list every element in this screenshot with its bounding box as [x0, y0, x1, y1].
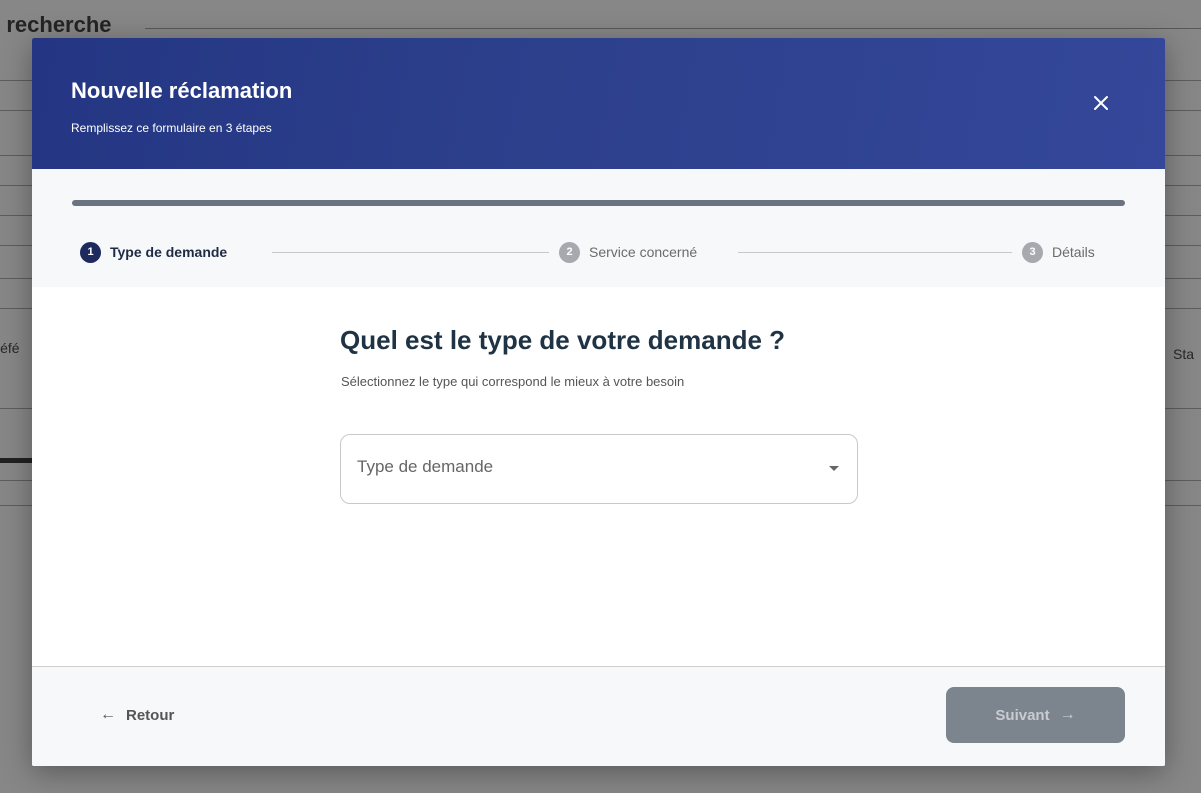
back-button[interactable]: ← Retour [100, 706, 174, 724]
stepper: 1 Type de demande 2 Service concerné 3 D… [32, 169, 1165, 287]
question-hint: Sélectionnez le type qui correspond le m… [341, 374, 685, 389]
back-button-label: Retour [126, 706, 175, 724]
step-type-de-demande: 1 Type de demande [80, 241, 227, 263]
step-connector [272, 252, 549, 253]
step-number-badge: 3 [1022, 241, 1043, 263]
progress-bar [72, 200, 1125, 206]
step-number-badge: 2 [559, 241, 580, 263]
arrow-right-icon: → [1059, 706, 1076, 723]
caret-down-icon [829, 466, 839, 471]
close-button[interactable] [1089, 91, 1113, 115]
step-label: Type de demande [110, 244, 228, 260]
dialog-title: Nouvelle réclamation [71, 78, 293, 103]
step-service-concerne: 2 Service concerné [559, 241, 697, 263]
new-claim-dialog: Nouvelle réclamation Remplissez ce formu… [32, 38, 1165, 766]
step-number-badge: 1 [80, 241, 101, 263]
request-type-select[interactable]: Type de demande [340, 434, 858, 504]
dialog-header: Nouvelle réclamation Remplissez ce formu… [32, 38, 1165, 169]
arrow-left-icon: ← [100, 706, 116, 723]
next-button-label: Suivant [995, 706, 1050, 724]
close-icon [1094, 96, 1108, 110]
dialog-subtitle: Remplissez ce formulaire en 3 étapes [71, 121, 272, 135]
next-button[interactable]: Suivant → [946, 687, 1125, 743]
step-label: Service concerné [589, 244, 698, 260]
step-label: Détails [1052, 244, 1095, 260]
step-details: 3 Détails [1022, 241, 1095, 263]
select-placeholder: Type de demande [357, 457, 494, 476]
dialog-footer: ← Retour Suivant → [32, 667, 1165, 766]
step-connector [738, 252, 1012, 253]
question-heading: Quel est le type de votre demande ? [340, 325, 786, 355]
